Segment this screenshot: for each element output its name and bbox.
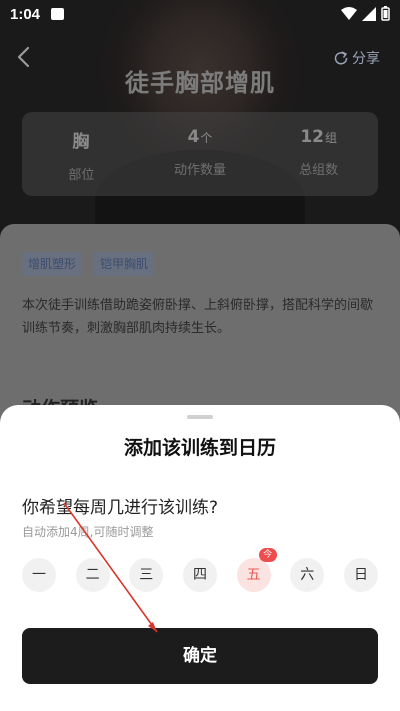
wifi-icon xyxy=(341,6,357,20)
battery-icon xyxy=(381,6,390,21)
sheet-title: 添加该训练到日历 xyxy=(123,437,276,459)
tag-list: 增肌塑形 铠甲胸肌 xyxy=(22,252,155,276)
day-saturday[interactable]: 六 xyxy=(290,558,325,592)
stat-body-part: 胸 部位 xyxy=(22,112,141,196)
day-friday[interactable]: 五 今 xyxy=(236,548,277,592)
weekday-hint: 自动添加4周,可随时调整 xyxy=(22,525,154,539)
day-wednesday[interactable]: 三 xyxy=(129,558,164,592)
stat-label: 动作数量 xyxy=(174,163,227,178)
page-title: 徒手胸部增肌 xyxy=(125,69,275,97)
tag[interactable]: 增肌塑形 xyxy=(22,252,83,276)
confirm-button[interactable]: 确定 xyxy=(22,628,378,684)
stat-value: 12组 xyxy=(300,127,338,147)
stat-value: 胸 xyxy=(72,132,90,152)
today-badge: 今 xyxy=(258,548,277,562)
workout-description: 本次徒手训练借助跪姿俯卧撑、上斜俯卧撑，搭配科学的间歇训练节奏，刺激胸部肌肉持续… xyxy=(22,298,374,336)
image-notification-icon xyxy=(51,8,64,20)
stat-label: 总组数 xyxy=(299,163,339,178)
day-sunday[interactable]: 日 xyxy=(344,558,378,592)
weekday-question: 你希望每周几进行该训练? xyxy=(22,498,219,518)
day-label: 五 xyxy=(246,567,261,583)
signal-icon xyxy=(362,6,376,21)
weekday-picker: 一 二 三 四 五 今 六 日 xyxy=(22,548,378,594)
tag[interactable]: 铠甲胸肌 xyxy=(94,252,155,276)
day-thursday[interactable]: 四 xyxy=(183,558,217,592)
status-bar: 1:04 xyxy=(0,0,400,30)
stat-value: 4个 xyxy=(187,127,213,147)
status-icons xyxy=(341,6,390,21)
stat-exercise-count: 4个 动作数量 xyxy=(141,112,260,196)
stats-card: 胸 部位 4个 动作数量 12组 总组数 xyxy=(22,112,378,196)
stat-total-sets: 12组 总组数 xyxy=(259,112,378,196)
day-tuesday[interactable]: 二 xyxy=(75,558,110,592)
status-time: 1:04 xyxy=(10,6,41,23)
add-to-calendar-sheet: 添加该训练到日历 你希望每周几进行该训练? 自动添加4周,可随时调整 一 二 三… xyxy=(0,405,400,711)
day-monday[interactable]: 一 xyxy=(22,558,56,592)
stat-label: 部位 xyxy=(68,168,95,183)
sheet-handle[interactable] xyxy=(187,415,213,419)
